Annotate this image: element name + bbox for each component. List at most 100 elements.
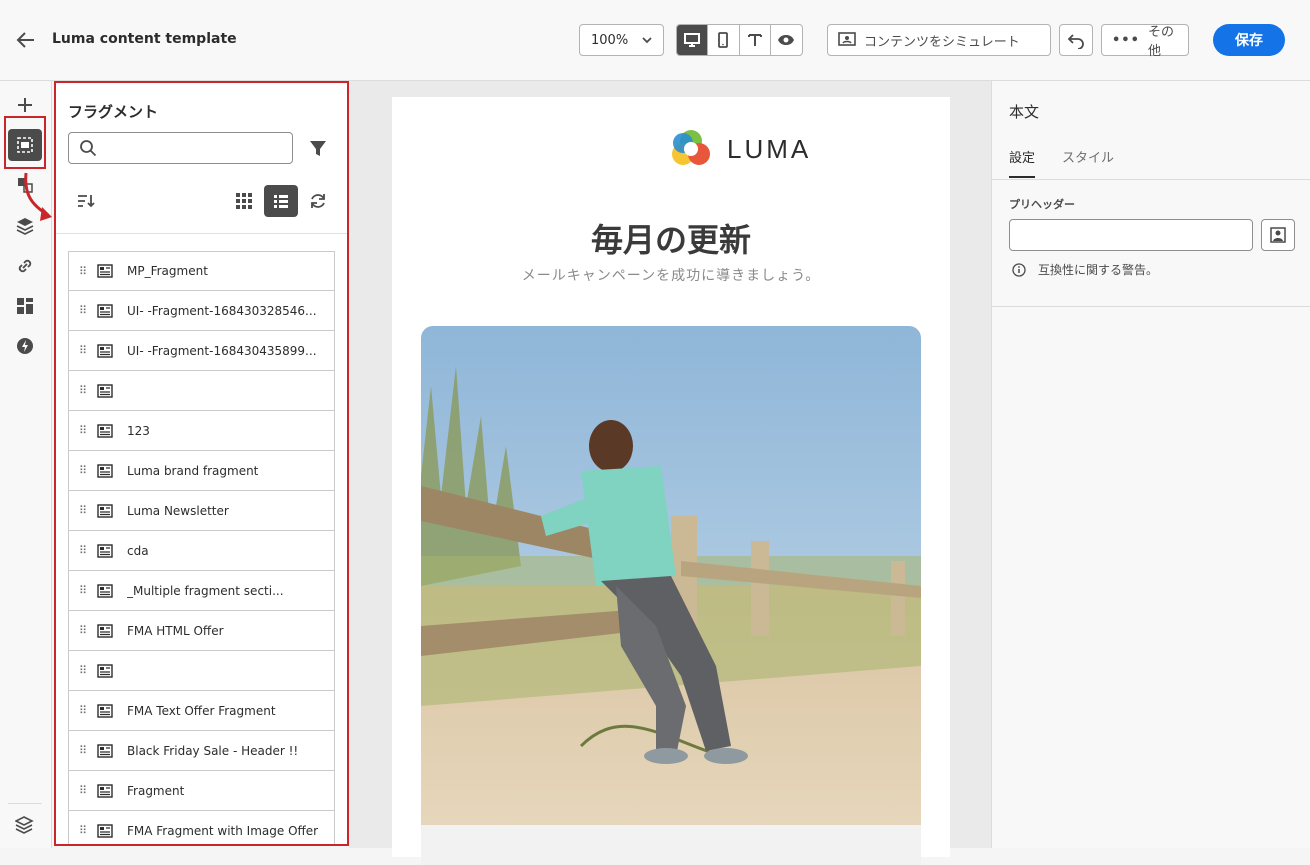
refresh-icon[interactable] [308,191,328,215]
personalize-button[interactable] [1261,219,1295,251]
layers-icon[interactable] [13,214,37,238]
mobile-view-button[interactable] [708,25,740,55]
add-icon[interactable] [13,93,37,117]
drag-handle-icon[interactable]: ⠿ [73,584,93,597]
layers-toggle-icon[interactable] [13,812,37,836]
drag-handle-icon[interactable]: ⠿ [73,384,93,397]
email-headline: 毎月の更新 [590,221,751,259]
tab-settings[interactable]: 設定 [1009,147,1036,178]
drag-handle-icon[interactable]: ⠿ [73,265,93,278]
luma-logo-icon [672,130,710,165]
fragment-list-item[interactable]: ⠿ FMA HTML Offer [68,611,335,651]
fragment-name: cda [127,543,149,558]
fragment-list-item[interactable]: ⠿ UI- -Fragment-168430328546... [68,291,335,331]
fragment-name: FMA Fragment with Image Offer [127,823,319,838]
email-canvas: LUMA 毎月の更新 メールキャンペーンを成功に導きましょう。 [349,81,991,865]
luma-logo: LUMA [669,127,811,171]
view-mode-group [676,24,803,56]
text-view-button[interactable] [740,25,771,55]
link-icon[interactable] [13,254,37,278]
back-arrow-icon[interactable] [14,28,38,52]
fragment-list-item[interactable]: ⠿ cda [68,531,335,571]
fragments-button[interactable] [8,129,42,161]
preheader-label: プリヘッダー [1009,198,1075,211]
drag-handle-icon[interactable]: ⠿ [73,464,93,477]
chevron-down-icon [641,34,653,50]
fragment-type-icon [97,343,115,358]
search-input[interactable] [68,132,293,164]
sort-icon[interactable] [76,191,96,215]
fragment-type-icon [97,303,115,318]
filter-icon[interactable] [308,139,328,163]
more-button[interactable]: ••• その他 [1101,24,1189,59]
left-rail [0,81,52,848]
desktop-view-button[interactable] [677,25,709,55]
drag-handle-icon[interactable]: ⠿ [73,744,93,757]
grid-view-icon[interactable] [234,191,254,215]
undo-button[interactable] [1059,24,1093,56]
drag-handle-icon[interactable]: ⠿ [73,624,93,637]
fragment-list-item[interactable]: ⠿ Luma Newsletter [68,491,335,531]
info-icon [1012,262,1026,277]
save-button[interactable]: 保存 [1213,24,1285,56]
drag-handle-icon[interactable]: ⠿ [73,424,93,437]
fragment-name: FMA HTML Offer [127,623,224,638]
properties-panel: 本文 設定 スタイル プリヘッダー 互換性に関する警告。 [991,81,1310,848]
fragment-type-icon [97,423,115,438]
fragment-type-icon [97,264,115,278]
search-icon [79,139,97,161]
fragment-type-icon [97,663,115,678]
hero-image[interactable] [421,326,921,825]
list-view-button[interactable] [264,185,298,217]
logo-text: LUMA [727,133,812,164]
fragment-type-icon [97,703,115,718]
preview-button[interactable] [771,25,802,55]
fragment-list-item[interactable]: ⠿ UI- -Fragment-168430435899... [68,331,335,371]
fragment-name: UI- -Fragment-168430435899... [127,343,317,358]
fragment-name: FMA Text Offer Fragment [127,703,276,718]
fragment-list-item[interactable]: ⠿ Luma brand fragment [68,451,335,491]
more-dots-icon: ••• [1112,32,1140,48]
drag-handle-icon[interactable]: ⠿ [73,504,93,517]
compatibility-warning: 互換性に関する警告。 [1012,261,1158,278]
fragment-list-item[interactable]: ⠿ Fragment [68,771,335,811]
fragment-list-item[interactable]: ⠿ _Multiple fragment secti... [68,571,335,611]
fragment-list-item[interactable]: ⠿ [68,371,335,411]
personalize-icon [1270,227,1286,243]
drag-handle-icon[interactable]: ⠿ [73,664,93,677]
drag-handle-icon[interactable]: ⠿ [73,704,93,717]
drag-handle-icon[interactable]: ⠿ [73,304,93,317]
eye-icon [778,35,795,45]
more-label: その他 [1147,25,1174,59]
fragment-list-item[interactable]: ⠿ FMA Fragment with Image Offer [68,811,335,844]
fragment-list-item[interactable]: ⠿ FMA Text Offer Fragment [68,691,335,731]
mobile-icon [718,32,729,48]
fragment-type-icon [97,623,115,638]
bolt-icon[interactable] [13,334,37,358]
fragment-list-item[interactable]: ⠿ Black Friday Sale - Header !! [68,731,335,771]
email-body[interactable]: LUMA 毎月の更新 メールキャンペーンを成功に導きましょう。 [392,97,950,865]
fragments-panel: フラグメント ⠿ MP_Fragment ⠿ UI- -Fragment-168430… [54,81,349,846]
preheader-input[interactable] [1009,219,1253,251]
desktop-icon [684,33,701,47]
fragment-name: UI- -Fragment-168430328546... [127,303,317,318]
fragment-type-icon [97,783,115,798]
simulate-content-button[interactable]: コンテンツをシミュレート [827,24,1051,56]
fragment-list-item[interactable]: ⠿ MP_Fragment [68,251,335,291]
drag-handle-icon[interactable]: ⠿ [73,344,93,357]
rail-divider [8,803,42,804]
page-title: Luma content template [52,31,237,47]
drag-handle-icon[interactable]: ⠿ [73,824,93,837]
panel-divider [56,233,347,234]
hero-caption-area [421,825,921,865]
fragment-list-item[interactable]: ⠿ [68,651,335,691]
drag-handle-icon[interactable]: ⠿ [73,544,93,557]
drag-handle-icon[interactable]: ⠿ [73,784,93,797]
zoom-select[interactable]: 100% [579,24,664,56]
fragment-name: Luma Newsletter [127,503,229,518]
simulate-icon [838,32,856,46]
tab-style[interactable]: スタイル [1062,147,1114,166]
fragment-list: ⠿ MP_Fragment ⠿ UI- -Fragment-168430328546.… [68,251,335,844]
fragment-list-item[interactable]: ⠿ 123 [68,411,335,451]
components-icon[interactable] [13,294,37,318]
